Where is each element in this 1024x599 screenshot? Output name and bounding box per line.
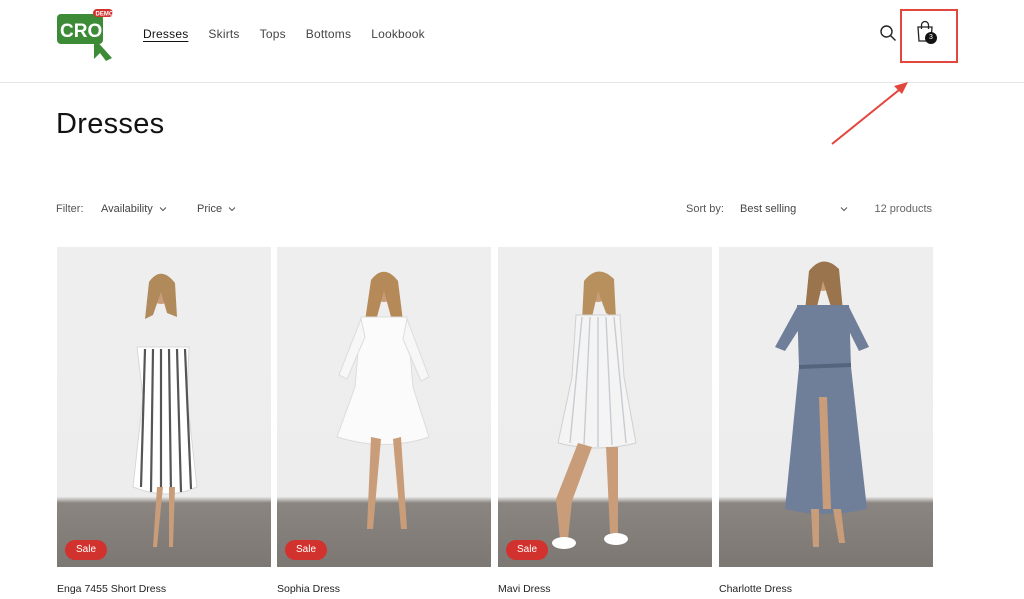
logo-tag: DEMO — [96, 11, 114, 17]
dress-figure-image — [775, 261, 869, 547]
price-filter-label: Price — [197, 203, 223, 215]
dress-figure-image — [132, 273, 198, 547]
chevron-down-icon — [228, 207, 236, 212]
sale-badge: Sale — [506, 540, 549, 560]
chevron-down-icon — [840, 207, 848, 212]
product-card[interactable]: Sale Enga 7455 Short Dress — [57, 247, 271, 599]
product-image[interactable]: Sale — [57, 247, 271, 567]
product-card[interactable]: Sale Sophia Dress — [277, 247, 491, 599]
dress-figure-image — [552, 271, 637, 549]
product-card[interactable]: Sale Mavi Dress — [498, 247, 712, 599]
sort-select[interactable]: Best selling — [740, 203, 848, 215]
annotation-arrow-icon — [831, 82, 908, 145]
search-icon[interactable] — [879, 24, 897, 42]
product-name[interactable]: Sophia Dress — [277, 583, 340, 595]
sale-badge: Sale — [285, 540, 328, 560]
product-image[interactable] — [719, 247, 933, 567]
filter-label: Filter: — [56, 203, 84, 215]
product-card[interactable]: Charlotte Dress — [719, 247, 933, 599]
dress-figure-image — [336, 271, 430, 529]
availability-filter-label: Availability — [101, 203, 153, 215]
product-image[interactable]: Sale — [277, 247, 491, 567]
chevron-down-icon — [159, 207, 167, 212]
annotation-highlight-box — [900, 9, 958, 63]
product-name[interactable]: Charlotte Dress — [719, 583, 792, 595]
cro-demo-logo[interactable]: CRO DEMO — [56, 8, 116, 62]
sale-badge: Sale — [65, 540, 108, 560]
main-nav: Dresses Skirts Tops Bottoms Lookbook — [143, 27, 425, 41]
product-image[interactable]: Sale — [498, 247, 712, 567]
product-name[interactable]: Enga 7455 Short Dress — [57, 583, 166, 595]
nav-item-skirts[interactable]: Skirts — [208, 27, 239, 41]
sort-label: Sort by: — [686, 203, 724, 215]
price-filter[interactable]: Price — [197, 203, 236, 215]
nav-item-bottoms[interactable]: Bottoms — [306, 27, 351, 41]
nav-item-dresses[interactable]: Dresses — [143, 27, 188, 41]
sort-value: Best selling — [740, 203, 797, 215]
product-count: 12 products — [874, 203, 932, 215]
site-header: CRO DEMO Dresses Skirts Tops Bottoms Loo… — [0, 0, 1024, 83]
product-name[interactable]: Mavi Dress — [498, 583, 551, 595]
availability-filter[interactable]: Availability — [101, 203, 167, 215]
nav-item-lookbook[interactable]: Lookbook — [371, 27, 425, 41]
logo-text: CRO — [60, 21, 102, 42]
nav-item-tops[interactable]: Tops — [260, 27, 286, 41]
filter-bar: Filter: Availability Price Sort by: Best… — [56, 203, 932, 219]
page-title: Dresses — [56, 108, 165, 140]
